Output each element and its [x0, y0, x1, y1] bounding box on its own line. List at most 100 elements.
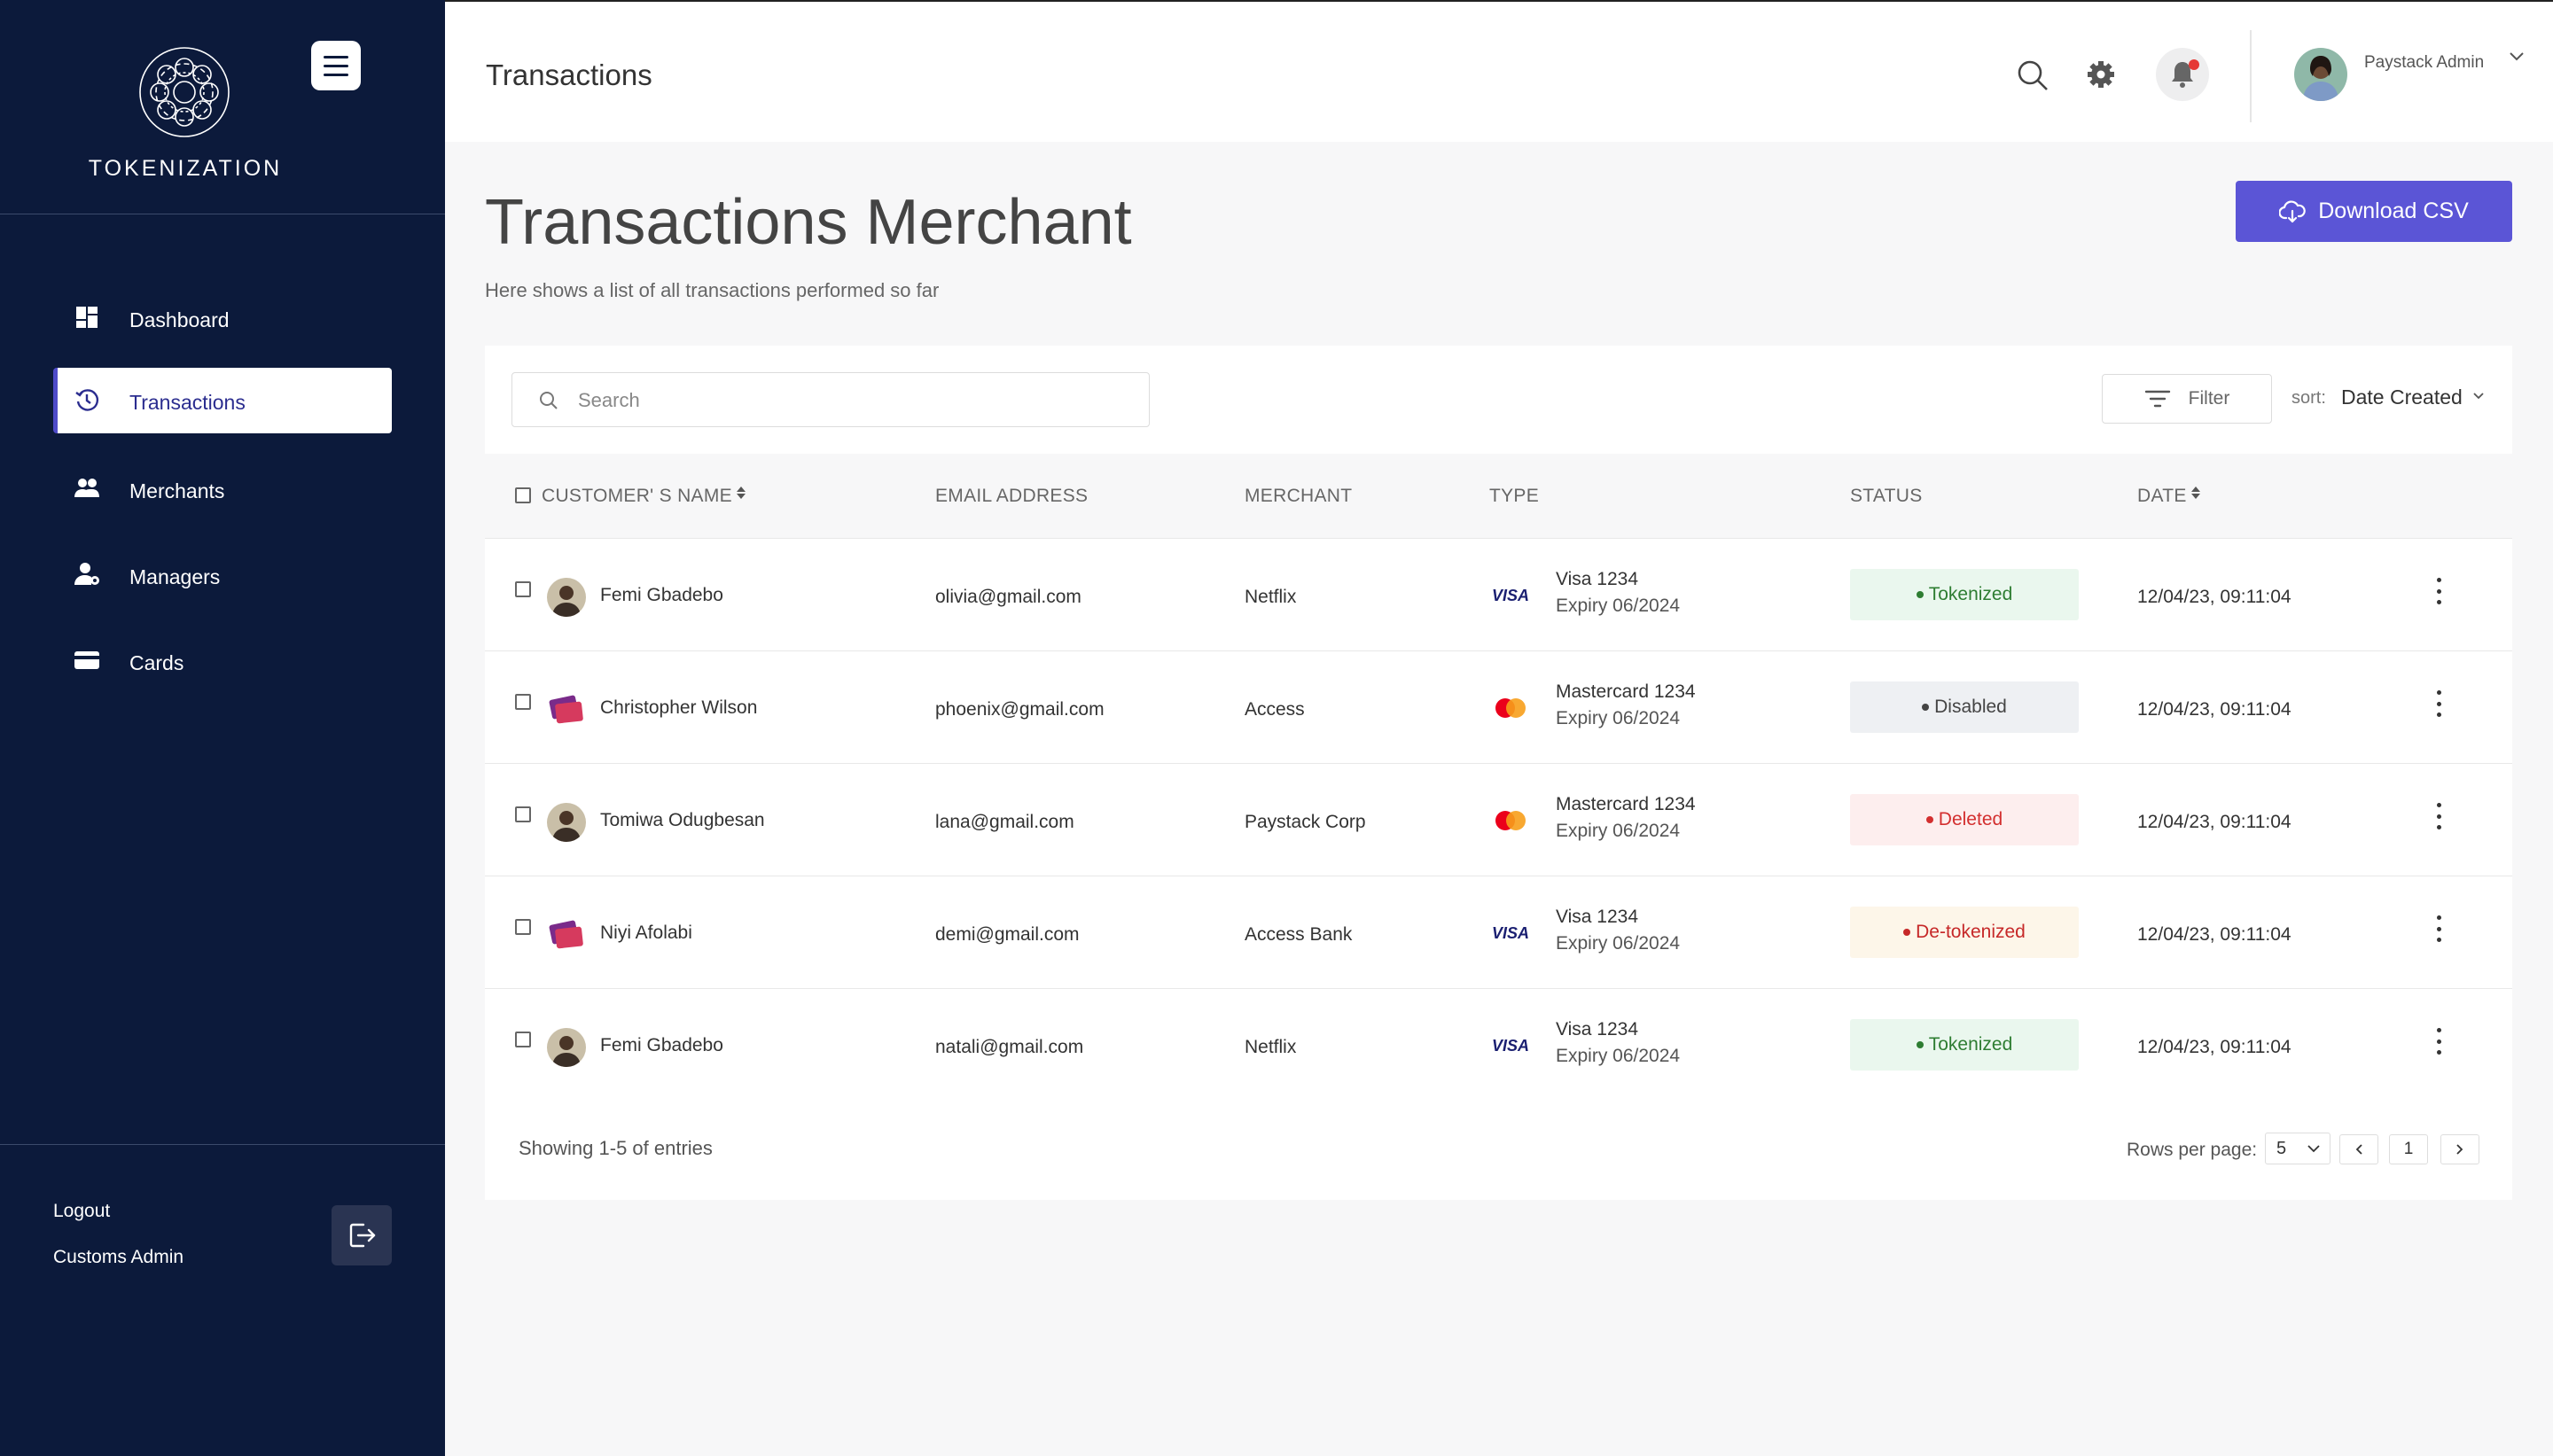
visa-icon: VISA	[1490, 1033, 1531, 1058]
current-page[interactable]: 1	[2389, 1134, 2428, 1164]
sort-icon	[2190, 487, 2200, 499]
more-options-icon[interactable]	[2435, 915, 2442, 942]
search-input[interactable]	[578, 384, 1110, 417]
card-number: Mastercard 1234	[1556, 794, 1696, 814]
transaction-date: 12/04/23, 09:11:04	[2137, 812, 2291, 832]
chevron-right-icon	[2456, 1144, 2463, 1155]
transactions-card: Filter sort: Date Created CUSTOMER' S NA…	[485, 346, 2512, 1200]
select-all-checkbox[interactable]	[515, 487, 531, 503]
status-badge: Tokenized	[1850, 569, 2079, 620]
logout-icon	[349, 1223, 376, 1248]
chevron-down-icon[interactable]	[2472, 392, 2485, 401]
prev-page-button[interactable]	[2339, 1134, 2378, 1164]
people-icon	[74, 479, 99, 497]
table-row[interactable]: Femi Gbadebo olivia@gmail.com Netflix VI…	[485, 539, 2512, 651]
customer-email: olivia@gmail.com	[935, 587, 1081, 607]
visa-icon: VISA	[1490, 921, 1531, 946]
mastercard-icon	[1490, 696, 1531, 720]
page-title: Transactions Merchant	[485, 187, 1132, 258]
column-header-date[interactable]: DATE	[2137, 486, 2201, 507]
user-name[interactable]: Paystack Admin	[2364, 53, 2484, 73]
header-divider	[2250, 30, 2252, 122]
notifications-button[interactable]	[2156, 48, 2209, 101]
sidebar-item-cards[interactable]: Cards	[53, 628, 392, 694]
menu-toggle-button[interactable]	[311, 41, 361, 90]
chevron-left-icon	[2355, 1144, 2362, 1155]
column-header-name[interactable]: CUSTOMER' S NAME	[542, 486, 746, 507]
search-field[interactable]	[511, 372, 1150, 427]
card-expiry: Expiry 06/2024	[1556, 596, 1681, 616]
customer-avatar	[547, 803, 586, 842]
search-icon[interactable]	[2016, 58, 2049, 92]
row-checkbox[interactable]	[515, 806, 531, 822]
table-row[interactable]: Tomiwa Odugbesan lana@gmail.com Paystack…	[485, 764, 2512, 876]
history-icon	[75, 389, 99, 411]
filter-button[interactable]: Filter	[2102, 374, 2272, 424]
top-bar: Transactions Paystack Admin	[445, 0, 2553, 142]
sidebar-item-label: Cards	[129, 651, 184, 674]
sort-select[interactable]: Date Created	[2341, 385, 2463, 409]
table-header: CUSTOMER' S NAME EMAIL ADDRESS MERCHANT …	[485, 454, 2512, 539]
status-badge: Disabled	[1850, 681, 2079, 733]
more-options-icon[interactable]	[2435, 803, 2442, 829]
card-number: Visa 1234	[1556, 569, 1639, 589]
logout-button[interactable]	[332, 1205, 392, 1265]
next-page-button[interactable]	[2440, 1134, 2479, 1164]
transaction-date: 12/04/23, 09:11:04	[2137, 924, 2291, 945]
sidebar-item-managers[interactable]: Managers	[53, 542, 392, 608]
card-number: Visa 1234	[1556, 1019, 1639, 1039]
card-expiry: Expiry 06/2024	[1556, 1046, 1681, 1066]
column-header-merchant: MERCHANT	[1245, 486, 1353, 506]
more-options-icon[interactable]	[2435, 690, 2442, 717]
rows-per-page-select[interactable]: 5	[2265, 1133, 2330, 1164]
merchant-name: Netflix	[1245, 1037, 1297, 1057]
sort-icon	[736, 487, 746, 499]
sidebar-item-transactions[interactable]: Transactions	[53, 368, 392, 433]
row-checkbox[interactable]	[515, 581, 531, 597]
column-header-email: EMAIL ADDRESS	[935, 486, 1089, 506]
table-row[interactable]: Femi Gbadebo natali@gmail.com Netflix VI…	[485, 989, 2512, 1102]
column-header-type: TYPE	[1489, 486, 1540, 506]
status-badge: De-tokenized	[1850, 907, 2079, 958]
sidebar-item-merchants[interactable]: Merchants	[53, 456, 392, 522]
merchant-name: Paystack Corp	[1245, 812, 1366, 832]
manager-icon	[74, 563, 99, 585]
table-row[interactable]: Niyi Afolabi demi@gmail.com Access Bank …	[485, 876, 2512, 989]
more-options-icon[interactable]	[2435, 1028, 2442, 1055]
card-expiry: Expiry 06/2024	[1556, 821, 1681, 841]
download-csv-label: Download CSV	[2318, 199, 2469, 223]
svg-text:VISA: VISA	[1492, 587, 1529, 604]
transaction-date: 12/04/23, 09:11:04	[2137, 587, 2291, 607]
chevron-down-icon[interactable]	[2509, 51, 2525, 62]
table-row[interactable]: Christopher Wilson phoenix@gmail.com Acc…	[485, 651, 2512, 764]
cloud-download-icon	[2279, 199, 2306, 222]
user-avatar[interactable]	[2294, 48, 2347, 101]
filter-icon	[2144, 390, 2170, 408]
gear-icon[interactable]	[2087, 60, 2115, 89]
column-header-status: STATUS	[1850, 486, 1923, 506]
row-checkbox[interactable]	[515, 694, 531, 710]
sidebar-item-dashboard[interactable]: Dashboard	[53, 285, 392, 351]
mastercard-icon	[1490, 808, 1531, 833]
row-checkbox[interactable]	[515, 919, 531, 935]
row-checkbox[interactable]	[515, 1032, 531, 1047]
card-expiry: Expiry 06/2024	[1556, 933, 1681, 954]
customer-name: Femi Gbadebo	[600, 585, 723, 605]
customer-name: Niyi Afolabi	[600, 923, 692, 943]
status-badge: Deleted	[1850, 794, 2079, 845]
logout-link[interactable]: Logout	[53, 1201, 110, 1222]
more-options-icon[interactable]	[2435, 578, 2442, 604]
sidebar-item-label: Managers	[129, 565, 221, 588]
svg-text:VISA: VISA	[1492, 1037, 1529, 1055]
hamburger-icon	[324, 55, 348, 58]
search-icon	[540, 392, 558, 409]
entries-summary: Showing 1-5 of entries	[519, 1137, 713, 1159]
customer-email: natali@gmail.com	[935, 1037, 1084, 1057]
rows-per-page-label: Rows per page:	[2127, 1140, 2258, 1160]
customer-avatar	[547, 915, 586, 954]
download-csv-button[interactable]: Download CSV	[2236, 181, 2512, 242]
sidebar-divider	[0, 1144, 445, 1145]
brand-name: TOKENIZATION	[88, 156, 283, 181]
filter-label: Filter	[2188, 388, 2230, 409]
admin-role-label: Customs Admin	[53, 1247, 184, 1267]
